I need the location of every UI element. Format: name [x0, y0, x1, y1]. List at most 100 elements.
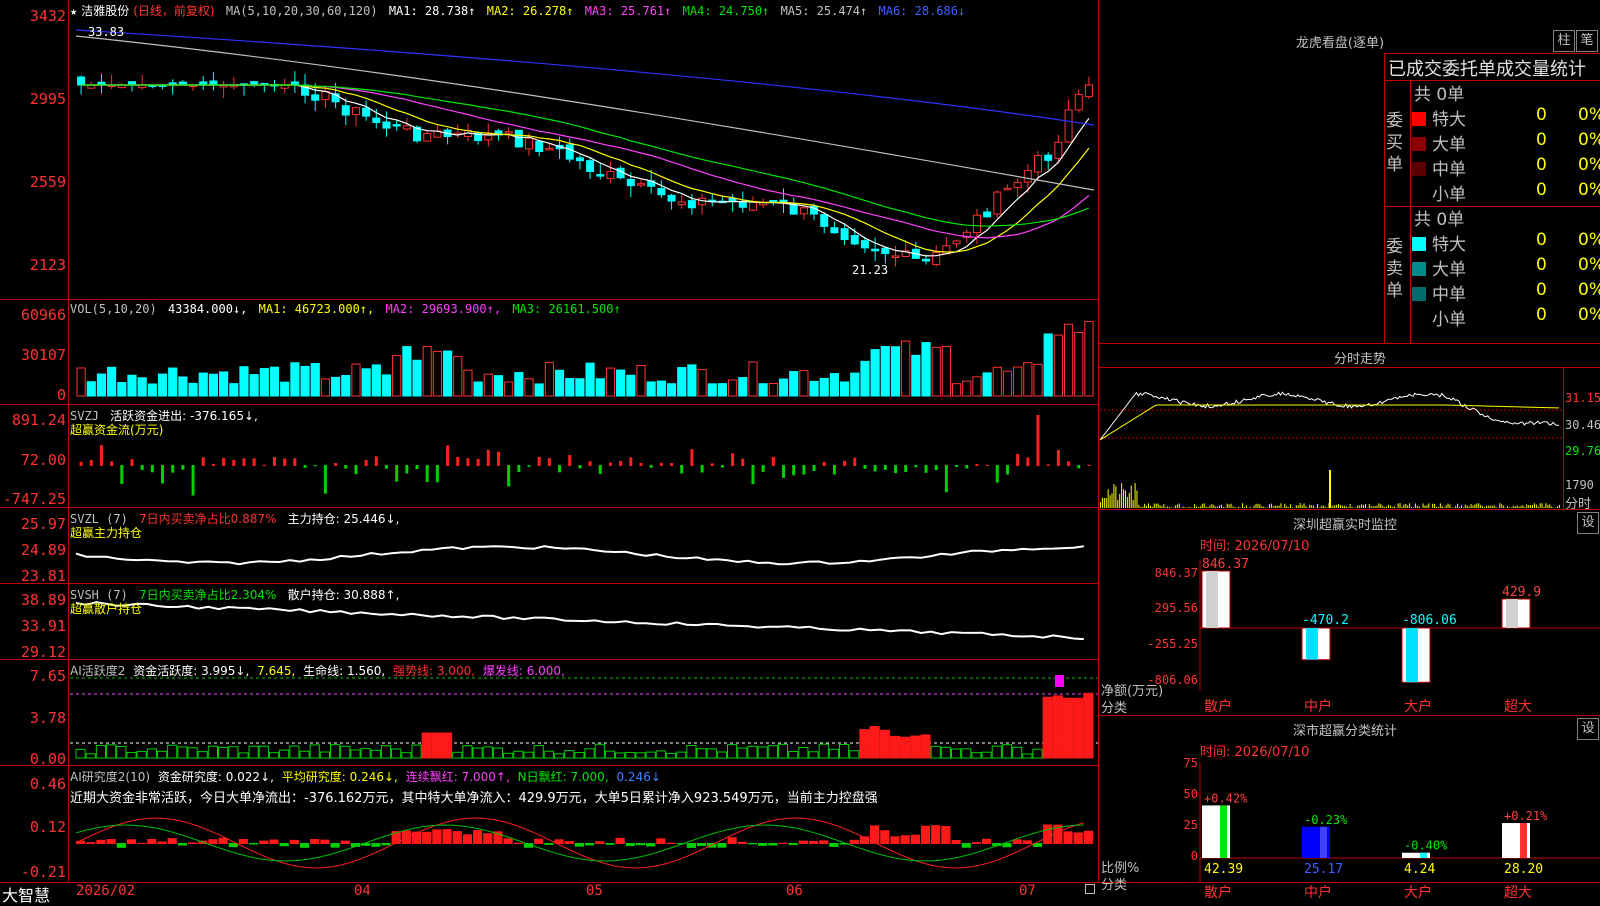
- right-chart-canvas: 846.37散户-470.2中户-806.06大户429.9超大+0.42%42…: [0, 0, 1600, 900]
- intraday-vol-bar: [1305, 506, 1306, 508]
- intraday-vol-bar: [1463, 507, 1464, 508]
- intraday-vol-bar: [1154, 503, 1155, 508]
- intraday-vol-bar: [1532, 505, 1533, 508]
- intraday-vol-bar: [1104, 498, 1105, 508]
- intraday-vol-bar: [1269, 504, 1270, 508]
- intraday-vol-bar: [1559, 505, 1560, 508]
- class-pct-label: 28.20: [1504, 862, 1543, 877]
- intraday-vol-bar: [1376, 506, 1377, 508]
- intraday-vol-bar: [1411, 507, 1412, 508]
- intraday-vol-bar: [1403, 505, 1404, 508]
- intraday-vol-bar: [1457, 504, 1458, 508]
- intraday-vol-bar: [1298, 505, 1299, 508]
- intraday-vol-bar: [1449, 505, 1450, 508]
- intraday-vol-bar: [1417, 506, 1418, 508]
- intraday-vol-bar: [1288, 507, 1289, 508]
- intraday-vol-bar: [1438, 507, 1439, 508]
- intraday-vol-bar: [1386, 507, 1387, 508]
- intraday-vol-bar: [1232, 506, 1233, 508]
- class-bar-stripe: [1220, 805, 1227, 858]
- intraday-vol-bar: [1135, 483, 1136, 508]
- intraday-vol-bar: [1284, 504, 1285, 508]
- intraday-vol-bar: [1459, 507, 1460, 508]
- intraday-vol-bar: [1211, 504, 1212, 508]
- intraday-vol-bar: [1244, 507, 1245, 508]
- intraday-vol-bar: [1292, 507, 1293, 508]
- intraday-vol-bar: [1275, 505, 1276, 508]
- intraday-vol-bar: [1419, 507, 1420, 508]
- intraday-vol-bar: [1515, 506, 1516, 508]
- intraday-vol-bar: [1409, 503, 1410, 508]
- class-change-label: -0.40%: [1404, 839, 1448, 853]
- intraday-vol-bar: [1488, 506, 1489, 508]
- intraday-vol-bar: [1336, 505, 1337, 508]
- intraday-vol-bar: [1257, 504, 1258, 508]
- intraday-vol-bar: [1478, 503, 1479, 508]
- intraday-vol-bar: [1165, 507, 1166, 508]
- class-pct-label: 4.24: [1404, 862, 1435, 877]
- intraday-vol-bar: [1549, 504, 1550, 508]
- intraday-vol-bar: [1254, 506, 1255, 508]
- intraday-vol-bar: [1530, 505, 1531, 508]
- intraday-vol-bar: [1480, 505, 1481, 508]
- class-category-label: 超大: [1504, 885, 1532, 901]
- class-change-label: +0.21%: [1504, 809, 1548, 823]
- intraday-vol-bar: [1313, 506, 1314, 508]
- intraday-vol-bar: [1177, 504, 1178, 508]
- intraday-vol-bar: [1392, 507, 1393, 508]
- intraday-vol-bar: [1161, 506, 1162, 508]
- intraday-vol-bar: [1484, 507, 1485, 508]
- intraday-vol-bar: [1261, 506, 1262, 508]
- intraday-vol-bar: [1225, 507, 1226, 508]
- intraday-vol-bar: [1280, 503, 1281, 508]
- intraday-vol-bar: [1526, 504, 1527, 508]
- intraday-vol-bar: [1474, 505, 1475, 508]
- monitor-value-label: -806.06: [1402, 613, 1457, 628]
- intraday-vol-bar: [1160, 505, 1161, 508]
- intraday-vol-bar: [1426, 505, 1427, 508]
- intraday-vol-bar: [1175, 505, 1176, 508]
- intraday-vol-bar: [1519, 507, 1520, 508]
- intraday-vol-bar: [1442, 506, 1443, 508]
- monitor-category-label: 超大: [1504, 699, 1532, 715]
- intraday-vol-bar: [1184, 507, 1185, 508]
- intraday-vol-bar: [1256, 504, 1257, 508]
- intraday-vol-bar: [1428, 503, 1429, 508]
- class-bar-stripe: [1520, 823, 1527, 858]
- intraday-vol-bar: [1279, 506, 1280, 508]
- intraday-vol-bar: [1432, 504, 1433, 508]
- intraday-vol-bar: [1200, 506, 1201, 508]
- intraday-vol-bar: [1494, 505, 1495, 508]
- intraday-vol-bar: [1424, 506, 1425, 508]
- intraday-vol-bar: [1263, 507, 1264, 508]
- intraday-vol-bar: [1163, 504, 1164, 508]
- intraday-vol-bar: [1448, 504, 1449, 508]
- intraday-vol-bar: [1217, 506, 1218, 508]
- monitor-bar-stripe: [1206, 571, 1218, 628]
- intraday-vol-bar: [1465, 505, 1466, 508]
- intraday-vol-bar: [1110, 495, 1111, 508]
- intraday-vol-bar: [1125, 491, 1126, 508]
- intraday-vol-bar: [1319, 507, 1320, 508]
- class-category-label: 大户: [1404, 884, 1432, 901]
- intraday-vol-bar: [1309, 505, 1310, 508]
- intraday-vol-bar: [1338, 504, 1339, 508]
- class-pct-label: 42.39: [1204, 862, 1243, 877]
- intraday-vol-bar: [1357, 505, 1358, 508]
- intraday-vol-bar: [1140, 507, 1141, 508]
- intraday-vol-bar: [1152, 507, 1153, 508]
- intraday-vol-bar: [1213, 505, 1214, 508]
- intraday-vol-bar: [1434, 504, 1435, 508]
- intraday-vol-bar: [1451, 507, 1452, 508]
- intraday-vol-bar: [1246, 505, 1247, 508]
- intraday-vol-bar: [1190, 507, 1191, 508]
- intraday-vol-bar: [1509, 507, 1510, 508]
- intraday-vol-bar: [1455, 506, 1456, 508]
- intraday-vol-bar: [1524, 507, 1525, 508]
- intraday-vol-bar: [1551, 506, 1552, 508]
- intraday-vol-bar: [1382, 506, 1383, 508]
- intraday-vol-bar: [1148, 503, 1149, 508]
- intraday-vol-bar: [1394, 506, 1395, 508]
- intraday-vol-bar: [1363, 505, 1364, 508]
- intraday-vol-bar: [1273, 506, 1274, 508]
